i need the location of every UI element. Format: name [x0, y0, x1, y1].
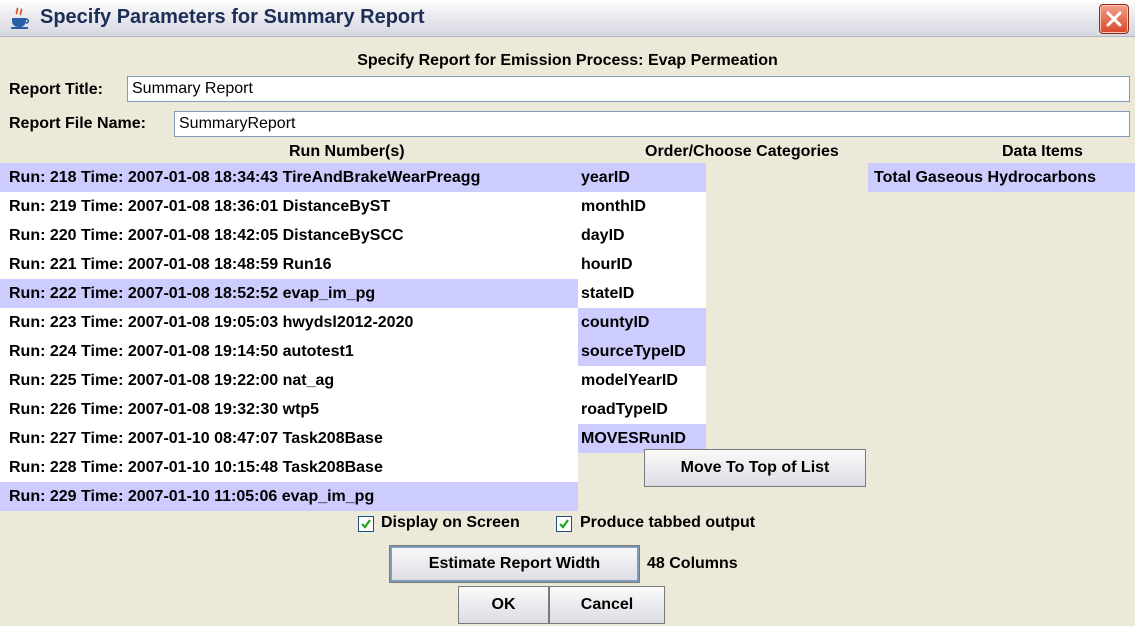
report-file-label: Report File Name:: [9, 115, 146, 132]
report-file-input[interactable]: SummaryReport: [174, 111, 1130, 137]
categories-header: Order/Choose Categories: [645, 143, 839, 160]
title-bar[interactable]: Specify Parameters for Summary Report: [0, 0, 1135, 37]
category-item[interactable]: roadTypeID: [578, 395, 706, 424]
ok-button[interactable]: OK: [458, 586, 549, 624]
check-icon: [559, 519, 569, 529]
tabbed-output-checkbox[interactable]: [556, 516, 572, 532]
category-item[interactable]: yearID: [578, 163, 706, 192]
category-item[interactable]: monthID: [578, 192, 706, 221]
dialog-window: Specify Parameters for Summary Report Sp…: [0, 0, 1135, 626]
display-on-screen-label[interactable]: Display on Screen: [381, 514, 520, 532]
run-item[interactable]: Run: 222 Time: 2007-01-08 18:52:52 evap_…: [0, 279, 578, 308]
tabbed-output-label[interactable]: Produce tabbed output: [580, 514, 755, 532]
category-item[interactable]: hourID: [578, 250, 706, 279]
run-item[interactable]: Run: 223 Time: 2007-01-08 19:05:03 hwyds…: [0, 308, 578, 337]
run-item[interactable]: Run: 228 Time: 2007-01-10 10:15:48 Task2…: [0, 453, 578, 482]
run-item[interactable]: Run: 218 Time: 2007-01-08 18:34:43 TireA…: [0, 163, 578, 192]
run-item[interactable]: Run: 220 Time: 2007-01-08 18:42:05 Dista…: [0, 221, 578, 250]
check-icon: [361, 519, 371, 529]
report-title-input[interactable]: Summary Report: [127, 76, 1130, 102]
run-item[interactable]: Run: 224 Time: 2007-01-08 19:14:50 autot…: [0, 337, 578, 366]
category-item[interactable]: sourceTypeID: [578, 337, 706, 366]
category-item[interactable]: modelYearID: [578, 366, 706, 395]
close-icon[interactable]: [1099, 4, 1129, 34]
cancel-button[interactable]: Cancel: [549, 586, 665, 624]
run-item[interactable]: Run: 221 Time: 2007-01-08 18:48:59 Run16: [0, 250, 578, 279]
runs-header: Run Number(s): [289, 143, 405, 160]
java-icon: [8, 6, 32, 30]
width-estimate-value: 48 Columns: [647, 555, 738, 572]
process-heading: Specify Report for Emission Process: Eva…: [357, 52, 778, 69]
report-title-label: Report Title:: [9, 81, 103, 98]
estimate-width-button[interactable]: Estimate Report Width: [389, 545, 640, 583]
categories-list[interactable]: yearID monthID dayID hourID stateID coun…: [578, 163, 706, 453]
runs-list[interactable]: Run: 218 Time: 2007-01-08 18:34:43 TireA…: [0, 163, 578, 511]
category-item[interactable]: dayID: [578, 221, 706, 250]
display-on-screen-checkbox[interactable]: [358, 516, 374, 532]
run-item[interactable]: Run: 227 Time: 2007-01-10 08:47:07 Task2…: [0, 424, 578, 453]
run-item[interactable]: Run: 229 Time: 2007-01-10 11:05:06 evap_…: [0, 482, 578, 511]
data-items-list[interactable]: Total Gaseous Hydrocarbons: [868, 163, 1135, 192]
run-item[interactable]: Run: 226 Time: 2007-01-08 19:32:30 wtp5: [0, 395, 578, 424]
category-item[interactable]: stateID: [578, 279, 706, 308]
data-item[interactable]: Total Gaseous Hydrocarbons: [868, 163, 1135, 192]
move-to-top-button[interactable]: Move To Top of List: [644, 449, 866, 487]
window-title: Specify Parameters for Summary Report: [40, 6, 425, 28]
run-item[interactable]: Run: 225 Time: 2007-01-08 19:22:00 nat_a…: [0, 366, 578, 395]
run-item[interactable]: Run: 219 Time: 2007-01-08 18:36:01 Dista…: [0, 192, 578, 221]
category-item[interactable]: countyID: [578, 308, 706, 337]
data-items-header: Data Items: [1002, 143, 1083, 160]
